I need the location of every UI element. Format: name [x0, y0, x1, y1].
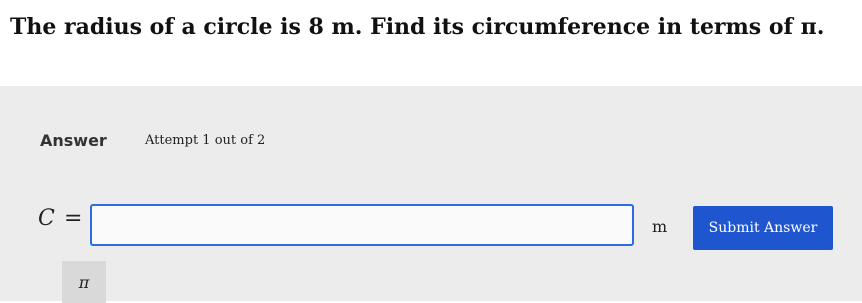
pi-insert-button[interactable]: π	[62, 261, 106, 303]
attempt-counter: Attempt 1 out of 2	[145, 133, 266, 148]
equals-sign: =	[64, 206, 83, 231]
answer-heading: Answer	[40, 131, 107, 150]
answer-input[interactable]	[90, 204, 634, 246]
variable-label: C	[38, 206, 55, 231]
answer-panel: Answer Attempt 1 out of 2 C = m Submit A…	[0, 86, 862, 303]
question-text: The radius of a circle is 8 m. Find its …	[10, 14, 825, 40]
unit-label: m	[652, 217, 668, 236]
submit-answer-button[interactable]: Submit Answer	[693, 206, 833, 250]
